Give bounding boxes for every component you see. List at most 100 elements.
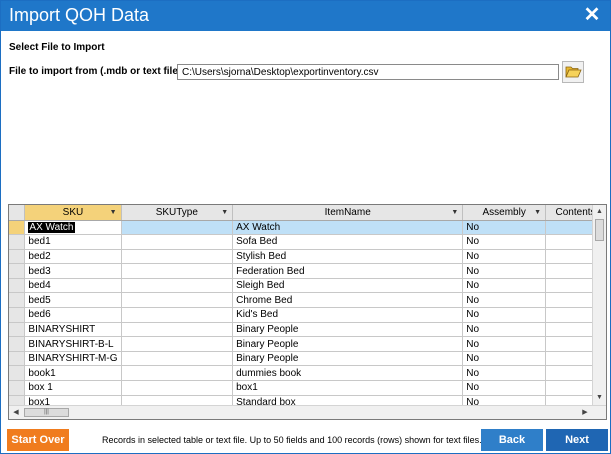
- grid-corner[interactable]: [9, 205, 26, 221]
- cell-itemname[interactable]: Sleigh Bed: [232, 278, 464, 294]
- scroll-left-icon[interactable]: ◀: [10, 407, 22, 418]
- cell-skutype[interactable]: [121, 351, 234, 367]
- file-import-label: File to import from (.mdb or text file): [9, 66, 182, 77]
- scroll-down-icon[interactable]: ▼: [594, 392, 605, 404]
- cell-itemname[interactable]: Chrome Bed: [232, 292, 464, 309]
- cell-skutype[interactable]: [121, 249, 234, 265]
- table-row[interactable]: bed3 Federation Bed No: [9, 263, 606, 279]
- browse-button[interactable]: [562, 61, 584, 83]
- row-header[interactable]: [9, 380, 26, 396]
- cell-itemname[interactable]: dummies book: [232, 365, 464, 382]
- table-row[interactable]: box 1 box1 No: [9, 380, 606, 396]
- column-header-assembly[interactable]: Assembly ▼: [462, 205, 547, 221]
- cell-skutype[interactable]: [121, 263, 234, 279]
- row-header[interactable]: [9, 249, 26, 265]
- cell-assembly[interactable]: No: [462, 365, 547, 382]
- cell-sku[interactable]: bed5: [24, 292, 122, 309]
- cell-assembly[interactable]: No: [462, 307, 547, 323]
- cell-skutype[interactable]: [121, 380, 234, 396]
- column-header-skutype[interactable]: SKUType ▼: [121, 205, 234, 221]
- cell-sku[interactable]: box 1: [24, 380, 122, 396]
- table-row[interactable]: book1 dummies book No: [9, 365, 606, 382]
- cell-assembly[interactable]: No: [462, 351, 547, 367]
- table-row[interactable]: bed2 Stylish Bed No: [9, 249, 606, 265]
- cell-sku[interactable]: bed4: [24, 278, 122, 294]
- cell-assembly[interactable]: No: [462, 249, 547, 265]
- scroll-right-icon[interactable]: ▶: [579, 407, 591, 418]
- table-row[interactable]: bed6 Kid's Bed No: [9, 307, 606, 323]
- cell-sku[interactable]: bed2: [24, 249, 122, 265]
- cell-itemname[interactable]: box1: [232, 380, 464, 396]
- cell-sku[interactable]: AX Watch: [24, 220, 122, 236]
- cell-assembly[interactable]: No: [462, 322, 547, 338]
- cell-sku[interactable]: BINARYSHIRT-B-L: [24, 336, 122, 352]
- cell-sku[interactable]: BINARYSHIRT: [24, 322, 122, 338]
- table-row[interactable]: BINARYSHIRT-M-G Binary People No: [9, 351, 606, 367]
- dropdown-icon[interactable]: ▼: [221, 209, 228, 216]
- cell-skutype[interactable]: [121, 234, 234, 250]
- table-row[interactable]: BINARYSHIRT Binary People No: [9, 322, 606, 338]
- cell-assembly[interactable]: No: [462, 263, 547, 279]
- table-row[interactable]: bed5 Chrome Bed No: [9, 292, 606, 309]
- cell-skutype[interactable]: [121, 307, 234, 323]
- next-button[interactable]: Next: [546, 429, 608, 451]
- table-row[interactable]: AX Watch AX Watch No: [9, 220, 606, 236]
- table-row[interactable]: BINARYSHIRT-B-L Binary People No: [9, 336, 606, 352]
- horizontal-scrollbar[interactable]: ◀ ||| ▶: [9, 405, 606, 419]
- cell-assembly[interactable]: No: [462, 336, 547, 352]
- cell-skutype[interactable]: [121, 220, 234, 236]
- horizontal-scroll-thumb[interactable]: |||: [24, 408, 69, 417]
- cell-itemname[interactable]: Kid's Bed: [232, 307, 464, 323]
- cell-itemname[interactable]: Binary People: [232, 336, 464, 352]
- cell-skutype[interactable]: [121, 292, 234, 309]
- cell-itemname[interactable]: Sofa Bed: [232, 234, 464, 250]
- import-qoh-window: Import QOH Data ✕ Select File to Import …: [0, 0, 611, 454]
- cell-assembly[interactable]: No: [462, 278, 547, 294]
- row-header[interactable]: [9, 307, 26, 323]
- data-grid: SKU ▼ SKUType ▼ ItemName ▼ Assembly ▼ Conten…: [8, 204, 607, 420]
- row-header[interactable]: [9, 351, 26, 367]
- cell-sku[interactable]: book1: [24, 365, 122, 382]
- row-header[interactable]: [9, 234, 26, 250]
- table-row[interactable]: bed4 Sleigh Bed No: [9, 278, 606, 294]
- vertical-scrollbar[interactable]: ▲ ▼: [592, 205, 606, 405]
- row-header[interactable]: [9, 322, 26, 338]
- cell-itemname[interactable]: Stylish Bed: [232, 249, 464, 265]
- file-path-input[interactable]: [177, 64, 559, 80]
- cell-assembly[interactable]: No: [462, 234, 547, 250]
- cell-sku[interactable]: BINARYSHIRT-M-G: [24, 351, 122, 367]
- cell-skutype[interactable]: [121, 365, 234, 382]
- folder-open-icon: [565, 66, 582, 78]
- row-header[interactable]: [9, 220, 26, 236]
- dropdown-icon[interactable]: ▼: [451, 209, 458, 216]
- row-header[interactable]: [9, 336, 26, 352]
- row-header[interactable]: [9, 263, 26, 279]
- cell-sku[interactable]: bed1: [24, 234, 122, 250]
- vertical-scroll-thumb[interactable]: [595, 219, 604, 241]
- cell-itemname[interactable]: AX Watch: [232, 220, 464, 236]
- scroll-up-icon[interactable]: ▲: [594, 206, 605, 218]
- cell-itemname[interactable]: Binary People: [232, 322, 464, 338]
- row-header[interactable]: [9, 292, 26, 309]
- row-header[interactable]: [9, 365, 26, 382]
- back-button[interactable]: Back: [481, 429, 543, 451]
- cell-assembly[interactable]: No: [462, 292, 547, 309]
- cell-assembly[interactable]: No: [462, 220, 547, 236]
- cell-itemname[interactable]: Federation Bed: [232, 263, 464, 279]
- cell-sku[interactable]: bed3: [24, 263, 122, 279]
- dropdown-icon[interactable]: ▼: [534, 209, 541, 216]
- cell-skutype[interactable]: [121, 336, 234, 352]
- cell-skutype[interactable]: [121, 278, 234, 294]
- start-over-button[interactable]: Start Over: [7, 429, 69, 451]
- cell-assembly[interactable]: No: [462, 380, 547, 396]
- table-row[interactable]: bed1 Sofa Bed No: [9, 234, 606, 250]
- cell-skutype[interactable]: [121, 322, 234, 338]
- column-header-itemname[interactable]: ItemName ▼: [232, 205, 464, 221]
- row-header[interactable]: [9, 278, 26, 294]
- cell-sku[interactable]: bed6: [24, 307, 122, 323]
- column-header-sku[interactable]: SKU ▼: [24, 205, 122, 221]
- close-icon[interactable]: ✕: [582, 5, 602, 25]
- window-title: Import QOH Data: [9, 5, 150, 25]
- cell-itemname[interactable]: Binary People: [232, 351, 464, 367]
- dropdown-icon[interactable]: ▼: [110, 209, 117, 216]
